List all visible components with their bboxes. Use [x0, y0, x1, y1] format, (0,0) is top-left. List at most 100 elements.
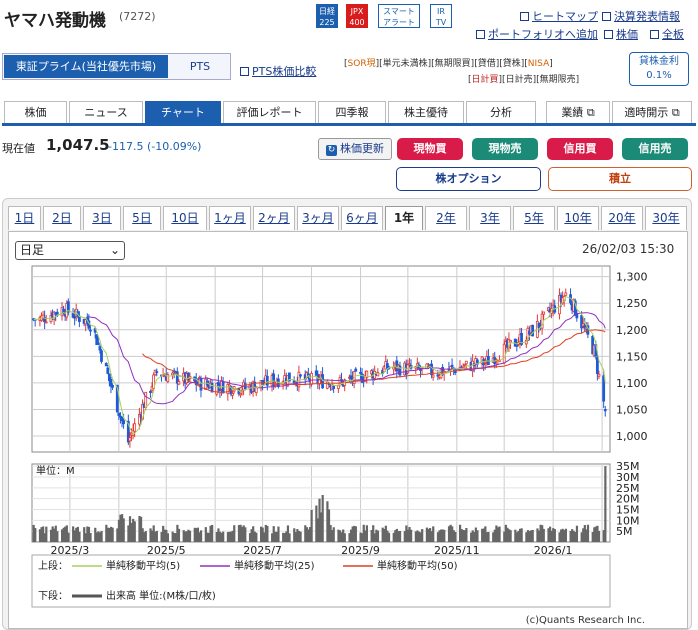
candle-body [44, 321, 48, 324]
candle-body [100, 350, 103, 362]
volume-bar [604, 466, 607, 542]
volume-bar [376, 530, 380, 542]
candle-body [354, 368, 358, 372]
candle-body [509, 340, 512, 343]
candle-body [392, 366, 396, 370]
volume-bar [100, 530, 103, 542]
volume-bar [365, 525, 368, 542]
legend-ma50-label: 単純移動平均(50) [377, 559, 458, 572]
volume-bar [122, 518, 125, 542]
candle-body [122, 420, 125, 425]
candle-body [177, 381, 181, 385]
volume-bar [586, 524, 590, 542]
candle-body [597, 373, 601, 377]
volume-bar [343, 533, 346, 542]
y-tick-label: 1,300 [616, 271, 648, 284]
volume-bar [255, 532, 258, 542]
candle-body [171, 372, 174, 376]
volume-bar [575, 525, 579, 542]
candle-body [515, 344, 519, 347]
legend-lower-label: 下段： [38, 589, 68, 602]
legend-ma5-label: 単純移動平均(5) [106, 559, 180, 572]
candle-body [239, 393, 242, 396]
volume-bar [166, 533, 170, 542]
y-tick-label: 1,050 [616, 403, 648, 416]
candle-body [483, 361, 487, 364]
copyright: (c)Quants Research Inc. [526, 615, 645, 626]
candle-body [542, 311, 546, 315]
volume-bar [410, 529, 413, 542]
volume-bar [454, 531, 457, 542]
volume-bar [199, 530, 203, 542]
volume-bar [211, 524, 214, 542]
candle-body [149, 391, 152, 393]
volume-bar [299, 531, 302, 542]
candle-body [332, 385, 336, 389]
volume-bar [332, 527, 335, 542]
volume-bar [111, 527, 114, 542]
volume-bar [266, 525, 269, 542]
volume-bar [387, 532, 391, 542]
volume-bar [597, 530, 601, 542]
candle-body [431, 374, 435, 378]
volume-bar [277, 526, 280, 542]
volume-bar [443, 529, 446, 542]
y-tick-label: 1,250 [616, 297, 648, 310]
candle-body [464, 360, 468, 365]
volume-bar [564, 528, 567, 542]
candle-body [502, 343, 506, 364]
legend-ma25-label: 単純移動平均(25) [234, 559, 315, 572]
candle-body [595, 356, 599, 374]
y-tick-label: 1,000 [616, 430, 648, 443]
volume-bar [421, 529, 424, 542]
volume-bar [476, 530, 479, 542]
volume-bar [520, 528, 523, 542]
candle-body [463, 363, 467, 366]
candle-body [221, 381, 225, 394]
volume-bar [155, 530, 158, 542]
volume-tick-label: 35M [616, 460, 640, 473]
candle-body [321, 374, 324, 389]
volume-bar [509, 530, 512, 542]
candle-body [128, 437, 132, 442]
candle-body [98, 346, 102, 351]
volume-bar [177, 528, 181, 542]
candle-body [89, 329, 92, 332]
volume-bar [244, 527, 247, 542]
y-tick-label: 1,100 [616, 377, 648, 390]
volume-bar [432, 526, 435, 542]
volume-bar [354, 526, 357, 542]
volume-bar [542, 528, 545, 542]
volume-bar [465, 528, 468, 542]
candle-body [117, 412, 121, 416]
volume-bar [531, 529, 534, 542]
candle-body [216, 382, 220, 387]
volume-bar [78, 531, 81, 542]
candle-body [603, 409, 607, 412]
candle-body [111, 385, 114, 388]
volume-bar [487, 531, 490, 542]
candle-body [310, 373, 313, 385]
volume-bar [498, 526, 501, 542]
candle-body [133, 423, 137, 432]
candle-body [531, 324, 535, 337]
volume-bar [233, 525, 236, 542]
legend-volume-label: 出来高 単位:(M株/口/枚) [106, 589, 216, 602]
candle-body [106, 367, 110, 374]
candle-body [408, 363, 411, 366]
volume-unit-label: 単位：M [36, 464, 75, 477]
volume-bar [222, 531, 225, 542]
volume-bar [89, 533, 92, 542]
y-tick-label: 1,150 [616, 350, 648, 363]
candle-body [564, 292, 568, 296]
candle-body [299, 374, 302, 377]
stock-chart: 2025/3 2025/5 2025/7 2025/9 2025/11 2026/11,0… [31, 265, 648, 626]
volume-bar [144, 531, 147, 542]
volume-bar [188, 530, 192, 542]
candle-body [104, 362, 108, 367]
candle-body [96, 342, 100, 345]
candle-body [155, 371, 159, 373]
candle-body [199, 377, 203, 391]
legend-upper-label: 上段： [38, 559, 68, 572]
candle-body [120, 416, 124, 422]
